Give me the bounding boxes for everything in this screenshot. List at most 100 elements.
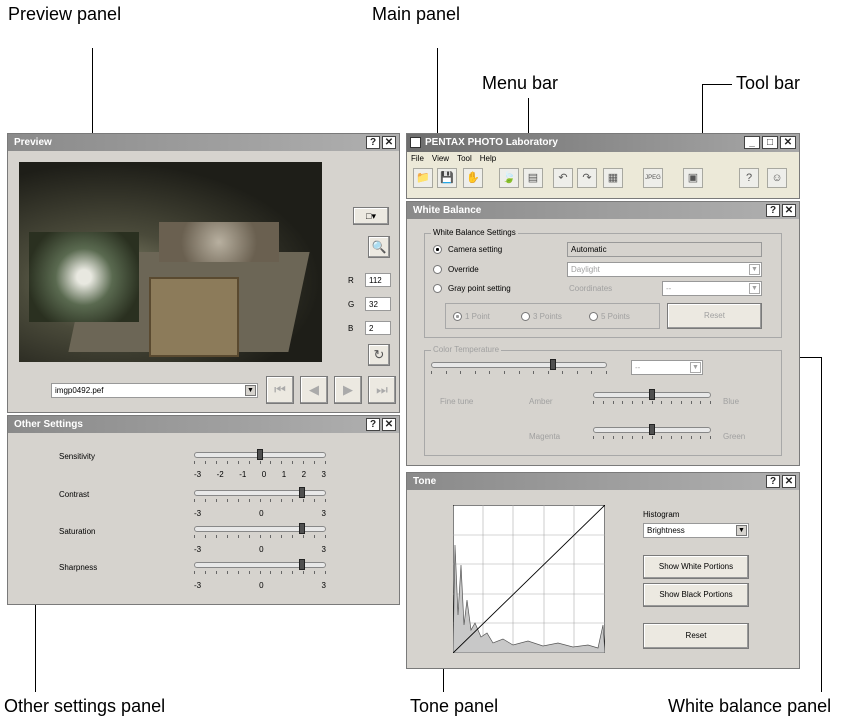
prev-image-button[interactable]: ◀ — [300, 376, 328, 404]
saturation-scale-max: 3 — [321, 545, 326, 554]
jpeg-icon[interactable]: JPEG — [643, 168, 663, 188]
wb-help-button[interactable]: ? — [766, 204, 780, 217]
slider-tick — [603, 401, 604, 404]
slider-tick — [652, 401, 653, 404]
slider-tick — [281, 461, 282, 464]
slider-thumb[interactable] — [649, 389, 655, 400]
slider-thumb[interactable] — [550, 359, 556, 370]
slider-thumb[interactable] — [299, 523, 305, 534]
tone-help-button[interactable]: ? — [766, 475, 780, 488]
slider-tick — [238, 499, 239, 502]
first-image-button[interactable]: ⏮ — [266, 376, 294, 404]
callout-preview-panel: Preview panel — [8, 4, 122, 24]
five-points-radio[interactable] — [589, 312, 598, 321]
three-points-radio[interactable] — [521, 312, 530, 321]
coordinates-select[interactable]: -- ▼ — [662, 281, 762, 296]
maximize-icon: □ — [766, 137, 774, 148]
minimize-button[interactable]: _ — [744, 136, 760, 149]
show-black-portions-button[interactable]: Show Black Portions — [643, 583, 749, 607]
preview-view-mode-button[interactable]: □▾ — [353, 207, 389, 225]
wb-reset-button[interactable]: Reset — [667, 303, 762, 329]
slider-tick — [577, 371, 578, 374]
white-balance-title: White Balance — [413, 205, 482, 216]
slider-tick — [303, 499, 304, 502]
saturation-scale-mid: 0 — [259, 545, 264, 554]
tone-close-button[interactable]: ✕ — [782, 475, 796, 488]
minimize-icon: _ — [749, 137, 755, 148]
main-close-button[interactable]: ✕ — [780, 136, 796, 149]
sharpness-scale-mid: 0 — [259, 581, 264, 590]
slider-tick — [593, 401, 594, 404]
slider-tick — [446, 371, 447, 374]
slider-tick — [314, 571, 315, 574]
skip-last-icon: ⏭ — [376, 382, 388, 397]
help-icon[interactable]: ? — [739, 168, 759, 188]
slider-thumb[interactable] — [299, 487, 305, 498]
slider-tick — [642, 436, 643, 439]
user-icon[interactable]: ☺ — [767, 168, 787, 188]
histogram-select[interactable]: Brightness ▼ — [643, 523, 749, 538]
show-white-portions-button[interactable]: Show White Portions — [643, 555, 749, 579]
color-temp-slider[interactable] — [431, 359, 607, 382]
open-icon[interactable]: 📁 — [413, 168, 433, 188]
other-close-button[interactable]: ✕ — [382, 418, 396, 431]
zoom-button[interactable]: 🔍 — [368, 236, 390, 258]
amber-blue-slider[interactable] — [593, 389, 711, 412]
maximize-button[interactable]: □ — [762, 136, 778, 149]
file-select[interactable]: imgp0492.pef ▼ — [51, 383, 258, 398]
gray-point-radio[interactable] — [433, 284, 442, 293]
tone-title-bar: Tone ? ✕ — [407, 473, 799, 490]
slider-tick — [227, 571, 228, 574]
override-select[interactable]: Daylight ▼ — [567, 262, 762, 277]
slider-thumb[interactable] — [649, 424, 655, 435]
redo-icon[interactable]: ↷ — [577, 168, 597, 188]
last-image-button[interactable]: ⏭ — [368, 376, 396, 404]
magenta-green-slider[interactable] — [593, 424, 711, 447]
tone-reset-button[interactable]: Reset — [643, 623, 749, 649]
layout-icon[interactable]: ▣ — [683, 168, 703, 188]
slider-thumb[interactable] — [299, 559, 305, 570]
wb-settings-group-title: White Balance Settings — [431, 228, 518, 237]
contrast-scale-max: 3 — [321, 509, 326, 518]
slider-tick — [216, 461, 217, 464]
color-temp-chevron-icon: ▼ — [690, 362, 701, 373]
other-help-button[interactable]: ? — [366, 418, 380, 431]
leaf-icon[interactable]: 🍃 — [499, 168, 519, 188]
camera-setting-radio[interactable] — [433, 245, 442, 254]
tone-curve-graph[interactable] — [453, 505, 605, 653]
color-temp-select[interactable]: -- ▼ — [631, 360, 703, 375]
image-icon[interactable]: ▤ — [523, 168, 543, 188]
refresh-button[interactable]: ↻ — [368, 344, 390, 366]
hand-icon[interactable]: ✋ — [463, 168, 483, 188]
slider-tick — [710, 401, 711, 404]
menu-tool[interactable]: Tool — [457, 152, 472, 165]
preview-title: Preview — [14, 137, 52, 148]
slider-tick — [325, 499, 326, 502]
leader-toolbar-h — [702, 84, 732, 85]
slider-tick — [270, 499, 271, 502]
slider-thumb[interactable] — [257, 449, 263, 460]
preview-help-button[interactable]: ? — [366, 136, 380, 149]
coordinates-chevron-icon: ▼ — [749, 283, 760, 294]
menu-file[interactable]: File — [411, 152, 424, 165]
slider-tick — [632, 436, 633, 439]
next-image-button[interactable]: ▶ — [334, 376, 362, 404]
slider-tick — [238, 461, 239, 464]
menu-help[interactable]: Help — [480, 152, 496, 165]
blue-label: Blue — [723, 397, 740, 406]
save-icon[interactable]: 💾 — [437, 168, 457, 188]
menu-view[interactable]: View — [432, 152, 449, 165]
override-radio[interactable] — [433, 265, 442, 274]
slider-tick — [194, 499, 195, 502]
wb-close-button[interactable]: ✕ — [782, 204, 796, 217]
slider-tick — [238, 535, 239, 538]
main-panel: PENTAX PHOTO Laboratory _ □ ✕ File View … — [406, 133, 800, 199]
view-icon[interactable]: ▦ — [603, 168, 623, 188]
g-value: 32 — [365, 297, 391, 311]
sharpness-scale-max: 3 — [321, 581, 326, 590]
tone-panel: Tone ? ✕ Histogram Brightness ▼ Show White… — [406, 472, 800, 669]
undo-icon[interactable]: ↶ — [553, 168, 573, 188]
one-point-radio[interactable] — [453, 312, 462, 321]
slider-tick — [519, 371, 520, 374]
preview-close-button[interactable]: ✕ — [382, 136, 396, 149]
